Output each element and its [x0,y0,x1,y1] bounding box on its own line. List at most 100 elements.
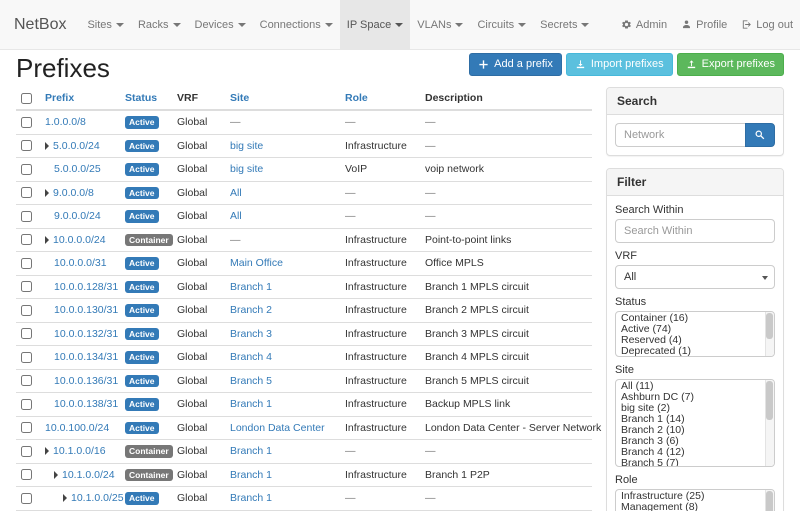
checkbox-cell [16,463,40,487]
site-link[interactable]: Branch 1 [230,398,272,410]
site-link[interactable]: big site [230,140,263,152]
vrf-cell: Global [172,110,225,134]
search-button[interactable] [745,123,775,147]
prefix-link[interactable]: 10.1.0.0/24 [62,469,115,481]
search-input[interactable] [615,123,745,147]
prefix-link[interactable]: 10.0.0.0/24 [53,234,106,246]
site-cell: — [225,110,340,134]
nav-item-devices[interactable]: Devices [188,0,253,49]
nav-item-ip-space[interactable]: IP Space [340,0,410,49]
row-checkbox[interactable] [21,493,32,504]
site-link[interactable]: Branch 1 [230,492,272,504]
prefix-link[interactable]: 10.0.0.128/31 [54,281,118,293]
row-checkbox[interactable] [21,469,32,480]
row-checkbox[interactable] [21,352,32,363]
nav-item-logout[interactable]: Log out [734,0,800,49]
prefix-link[interactable]: 10.0.100.0/24 [45,422,109,434]
import-prefixes-button[interactable]: Import prefixes [566,53,673,76]
listbox-option[interactable]: Deprecated (1) [616,346,774,357]
prefix-link[interactable]: 10.0.0.0/31 [54,257,107,269]
add-prefix-button[interactable]: Add a prefix [469,53,562,76]
row-checkbox[interactable] [21,446,32,457]
vrf-cell: Global [172,369,225,393]
app-brand[interactable]: NetBox [0,0,80,49]
site-link[interactable]: Branch 1 [230,445,272,457]
row-checkbox[interactable] [21,258,32,269]
vrf-cell: Global [172,228,225,252]
prefix-link[interactable]: 10.0.0.132/31 [54,328,118,340]
filter-select-vrf[interactable]: All [615,265,775,289]
row-checkbox[interactable] [21,234,32,245]
scrollbar[interactable] [765,312,774,356]
prefix-link[interactable]: 10.1.0.0/25 [71,492,124,504]
site-link[interactable]: big site [230,163,263,175]
prefix-link[interactable]: 10.0.0.130/31 [54,304,118,316]
site-link[interactable]: Main Office [230,257,283,269]
prefix-link[interactable]: 10.0.0.138/31 [54,398,118,410]
row-checkbox[interactable] [21,117,32,128]
select-all-checkbox[interactable] [21,93,32,104]
scrollbar-thumb[interactable] [766,313,773,339]
nav-item-sites[interactable]: Sites [80,0,130,49]
row-checkbox[interactable] [21,211,32,222]
prefix-link[interactable]: 10.0.0.136/31 [54,375,118,387]
column-header-role[interactable]: Role [340,87,420,110]
row-checkbox[interactable] [21,164,32,175]
row-checkbox[interactable] [21,328,32,339]
site-link[interactable]: All [230,210,242,222]
row-checkbox[interactable] [21,140,32,151]
row-checkbox[interactable] [21,399,32,410]
filter-listbox-site[interactable]: All (11)Ashburn DC (7)big site (2)Branch… [615,379,775,467]
listbox-option[interactable]: Management (8) [616,502,774,511]
nav-item-secrets[interactable]: Secrets [533,0,596,49]
column-header-description: Description [420,87,592,110]
site-link[interactable]: Branch 2 [230,304,272,316]
row-checkbox[interactable] [21,281,32,292]
prefix-link[interactable]: 1.0.0.0/8 [45,116,86,128]
filter-input-search-within[interactable] [615,219,775,243]
prefix-link[interactable]: 9.0.0.0/24 [54,210,101,222]
export-prefixes-button[interactable]: Export prefixes [677,53,784,76]
scrollbar[interactable] [765,380,774,466]
site-link[interactable]: Branch 1 [230,281,272,293]
nav-item-admin[interactable]: Admin [614,0,674,49]
nav-item-connections[interactable]: Connections [253,0,340,49]
row-checkbox[interactable] [21,422,32,433]
site-link[interactable]: Branch 1 [230,469,272,481]
prefix-table: PrefixStatusVRFSiteRoleDescription 1.0.0… [16,87,592,511]
scrollbar-thumb[interactable] [766,381,773,420]
status-cell: Active [120,369,172,393]
listbox-option[interactable]: Branch 5 (7) [616,458,774,467]
prefix-link[interactable]: 9.0.0.0/8 [53,187,94,199]
scrollbar[interactable] [765,490,774,511]
site-link[interactable]: Branch 3 [230,328,272,340]
prefix-link[interactable]: 10.0.0.134/31 [54,351,118,363]
nav-spacer [596,0,613,49]
site-link[interactable]: Branch 5 [230,375,272,387]
site-link[interactable]: All [230,187,242,199]
filter-listbox-status[interactable]: Container (16)Active (74)Reserved (4)Dep… [615,311,775,357]
nav-item-vlans[interactable]: VLANs [410,0,470,49]
site-cell: Branch 5 [225,369,340,393]
nav-item-circuits[interactable]: Circuits [470,0,533,49]
row-checkbox[interactable] [21,187,32,198]
prefix-link[interactable]: 10.1.0.0/16 [53,445,106,457]
site-cell: big site [225,158,340,182]
scrollbar-thumb[interactable] [766,491,773,511]
role-cell: — [340,110,420,134]
site-link[interactable]: Branch 4 [230,351,272,363]
column-header-prefix[interactable]: Prefix [40,87,120,110]
row-checkbox[interactable] [21,375,32,386]
filter-listbox-role[interactable]: Infrastructure (25)Management (8)Private… [615,489,775,511]
prefix-link[interactable]: 5.0.0.0/25 [54,163,101,175]
site-link[interactable]: London Data Center [230,422,325,434]
nav-item-profile[interactable]: Profile [674,0,734,49]
checkbox-cell [16,393,40,417]
nav-item-racks[interactable]: Racks [131,0,188,49]
column-header-site[interactable]: Site [225,87,340,110]
vrf-cell: Global [172,158,225,182]
import-icon [575,59,586,70]
prefix-link[interactable]: 5.0.0.0/24 [53,140,100,152]
column-header-status[interactable]: Status [120,87,172,110]
row-checkbox[interactable] [21,305,32,316]
